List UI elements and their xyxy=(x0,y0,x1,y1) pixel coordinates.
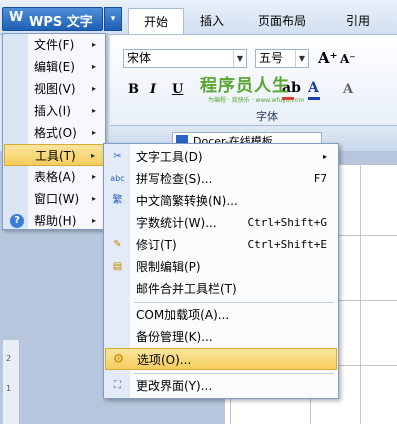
shrink-font-button[interactable]: A⁻ xyxy=(340,52,356,66)
menu-item-spell-check[interactable]: abc 拼写检查(S)... F7 xyxy=(105,168,337,190)
submenu-arrow-icon: ▸ xyxy=(91,84,96,93)
spell-check-icon: abc xyxy=(110,174,125,183)
text-tools-icon: ✂ xyxy=(113,151,122,162)
menu-item-window[interactable]: 窗口(W) ▸ xyxy=(4,188,104,210)
menu-item-label: 邮件合并工具栏(T) xyxy=(136,282,237,296)
menu-item-label: 插入(I) xyxy=(34,104,71,118)
menu-item-label: 格式(O) xyxy=(34,126,77,140)
title-bar: W WPS 文字 ▾ 开始 插入 页面布局 引用 xyxy=(0,0,397,35)
submenu-arrow-icon: ▸ xyxy=(90,151,95,160)
bold-button[interactable]: B xyxy=(128,82,139,97)
grid-line xyxy=(360,165,361,424)
menu-item-label: 窗口(W) xyxy=(34,192,80,206)
tab-page-layout[interactable]: 页面布局 xyxy=(245,8,319,34)
italic-button[interactable]: I xyxy=(150,82,156,97)
more-font-button[interactable]: A xyxy=(343,82,353,97)
menu-item-text-tools[interactable]: ✂ 文字工具(D) ▸ xyxy=(105,146,337,168)
menu-item-label: 文件(F) xyxy=(34,38,75,52)
menu-separator xyxy=(134,373,334,374)
menu-item-insert[interactable]: 插入(I) ▸ xyxy=(4,100,104,122)
submenu-arrow-icon: ▸ xyxy=(91,216,96,225)
menu-item-file[interactable]: 文件(F) ▸ xyxy=(4,34,104,56)
menu-item-view[interactable]: 视图(V) ▸ xyxy=(4,78,104,100)
menu-item-chinese-convert[interactable]: 繁 中文简繁转换(N)... xyxy=(105,190,337,212)
menu-item-label: 编辑(E) xyxy=(34,60,75,74)
submenu-arrow-icon: ▸ xyxy=(91,106,96,115)
tab-start[interactable]: 开始 xyxy=(128,8,184,34)
submenu-arrow-icon: ▸ xyxy=(91,194,96,203)
menu-item-format[interactable]: 格式(O) ▸ xyxy=(4,122,104,144)
submenu-arrow-icon: ▸ xyxy=(91,128,96,137)
submenu-arrow-icon: ▸ xyxy=(322,152,327,161)
submenu-arrow-icon: ▸ xyxy=(91,62,96,71)
wps-logo-icon: W xyxy=(9,10,24,25)
menu-item-word-count[interactable]: 字数统计(W)... Ctrl+Shift+G xyxy=(105,212,337,234)
tab-insert[interactable]: 插入 xyxy=(190,8,234,34)
menu-item-label: 拼写检查(S)... xyxy=(136,172,213,186)
menu-item-shortcut: F7 xyxy=(313,172,327,185)
menu-item-label: 限制编辑(P) xyxy=(136,260,201,274)
tools-submenu: ✂ 文字工具(D) ▸ abc 拼写检查(S)... F7 繁 中文简繁转换(N… xyxy=(103,143,339,399)
menu-item-shortcut: Ctrl+Shift+G xyxy=(247,216,327,229)
chinese-convert-icon: 繁 xyxy=(112,195,123,206)
menu-item-label: 视图(V) xyxy=(34,82,76,96)
menu-item-label: 更改界面(Y)... xyxy=(136,379,213,393)
menu-item-help[interactable]: ? 帮助(H) ▸ xyxy=(4,210,104,232)
menu-item-label: 文字工具(D) xyxy=(136,150,203,164)
submenu-arrow-icon: ▸ xyxy=(91,172,96,181)
menu-item-track-changes[interactable]: ✎ 修订(T) Ctrl+Shift+E xyxy=(105,234,337,256)
menu-item-change-ui[interactable]: ⛶ 更改界面(Y)... xyxy=(105,375,337,397)
watermark-text: 程序员人生 xyxy=(200,76,290,96)
font-group-label: 字体 xyxy=(256,110,278,123)
menu-item-label: 中文简繁转换(N)... xyxy=(136,194,238,208)
restrict-edit-icon: ▤ xyxy=(112,261,123,272)
watermark-subtext: 为编程 · 我快乐 · www.wfuyu.com xyxy=(208,97,305,104)
menu-item-shortcut: Ctrl+Shift+E xyxy=(247,238,327,251)
ruler-tick-label: 1 xyxy=(6,384,12,393)
menu-item-backup-manager[interactable]: 备份管理(K)... xyxy=(105,326,337,348)
menu-item-label: 帮助(H) xyxy=(34,214,77,228)
underline-button[interactable]: U xyxy=(172,82,183,97)
menu-item-edit[interactable]: 编辑(E) ▸ xyxy=(4,56,104,78)
menu-item-restrict-edit[interactable]: ▤ 限制编辑(P) xyxy=(105,256,337,278)
ruler-tick-label: 2 xyxy=(6,354,12,363)
help-icon: ? xyxy=(10,214,24,228)
menu-item-label: 备份管理(K)... xyxy=(136,330,213,344)
menu-item-mail-merge-toolbar[interactable]: 邮件合并工具栏(T) xyxy=(105,278,337,300)
track-changes-icon: ✎ xyxy=(113,239,122,250)
font-name-value: 宋体 xyxy=(127,51,152,65)
menu-item-label: 修订(T) xyxy=(136,238,177,252)
vertical-ruler[interactable]: 2 1 xyxy=(3,340,20,424)
menu-item-table[interactable]: 表格(A) ▸ xyxy=(4,166,104,188)
watermark-logo: 程序员人生 为编程 · 我快乐 · www.wfuyu.com xyxy=(200,65,320,109)
submenu-arrow-icon: ▸ xyxy=(91,40,96,49)
menu-item-label: 选项(O)... xyxy=(137,353,192,367)
menu-item-tools[interactable]: 工具(T) ▸ xyxy=(4,144,104,166)
menu-item-options[interactable]: ⚙ 选项(O)... xyxy=(105,348,337,370)
menu-item-label: 字数统计(W)... xyxy=(136,216,217,230)
ribbon-font-group: 宋体 ▼ 五号 ▼ A⁺ A⁻ B I U ab A A 程序员人生 为编程 ·… xyxy=(110,35,397,126)
menu-item-label: COM加载项(A)... xyxy=(136,308,230,322)
font-size-value: 五号 xyxy=(259,51,284,65)
app-title: WPS 文字 xyxy=(29,15,93,30)
menu-separator xyxy=(134,302,334,303)
menu-item-label: 工具(T) xyxy=(35,149,76,163)
tab-references[interactable]: 引用 xyxy=(333,8,383,34)
grow-font-button[interactable]: A⁺ xyxy=(318,49,338,67)
menu-item-label: 表格(A) xyxy=(34,170,76,184)
wps-menu-dropdown-button[interactable]: ▾ xyxy=(104,7,122,31)
options-gear-icon: ⚙ xyxy=(112,352,125,367)
wps-menu-button[interactable]: W WPS 文字 xyxy=(2,7,103,31)
menu-item-com-addins[interactable]: COM加载项(A)... xyxy=(105,304,337,326)
change-ui-icon: ⛶ xyxy=(114,380,121,391)
wps-main-menu: 文件(F) ▸ 编辑(E) ▸ 视图(V) ▸ 插入(I) ▸ 格式(O) ▸ … xyxy=(2,33,106,230)
